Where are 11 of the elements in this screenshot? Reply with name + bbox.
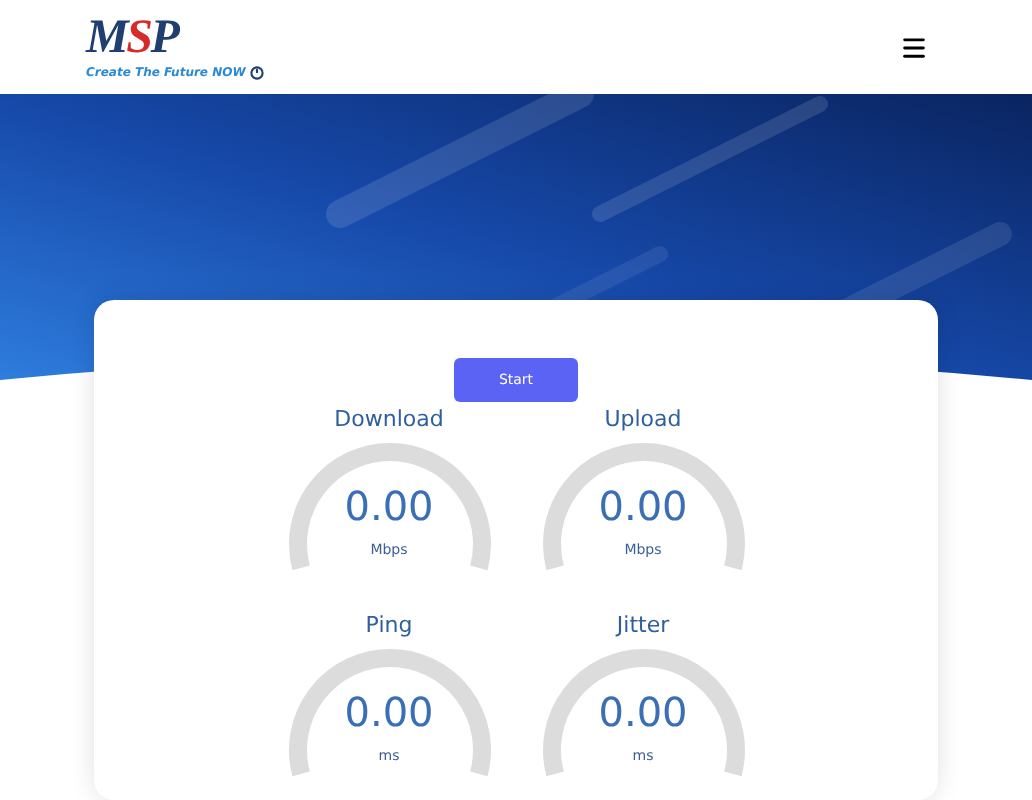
logo[interactable]: MSP — [86, 14, 264, 62]
gauge-value: 0.00 — [598, 486, 688, 526]
gauge-label: Jitter — [616, 614, 670, 636]
gauge-label: Upload — [604, 408, 682, 430]
gauge-value: 0.00 — [598, 692, 688, 732]
gauge-label: Download — [334, 408, 444, 430]
gauge-value: 0.00 — [344, 486, 434, 526]
power-icon — [249, 66, 264, 80]
menu-button[interactable] — [900, 33, 928, 61]
gauge-label: Ping — [365, 614, 413, 636]
gauge-value: 0.00 — [344, 692, 434, 732]
